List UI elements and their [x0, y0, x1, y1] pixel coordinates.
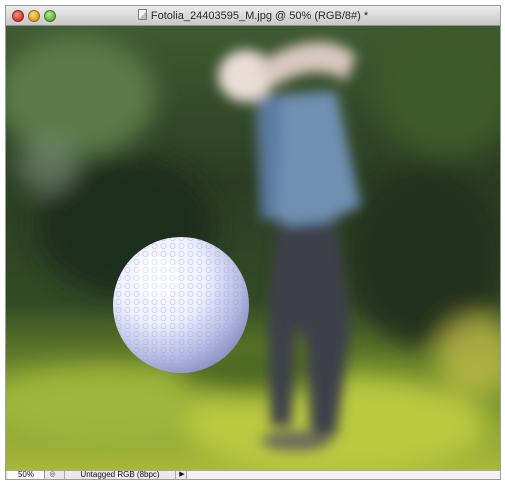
image-canvas[interactable] — [6, 26, 500, 471]
zoom-level-field[interactable]: 50% — [8, 471, 45, 479]
horizontal-scrollbar[interactable] — [189, 471, 500, 479]
info-icon[interactable]: ◎ — [48, 471, 57, 479]
title-bar[interactable]: Fotolia_24403595_M.jpg @ 50% (RGB/8#) * — [6, 6, 500, 26]
window-title: Fotolia_24403595_M.jpg @ 50% (RGB/8#) * — [6, 9, 500, 22]
document-window: Fotolia_24403595_M.jpg @ 50% (RGB/8#) * — [5, 5, 501, 480]
document-info: Untagged RGB (8bpc) — [64, 471, 176, 479]
status-menu-arrow-icon[interactable]: ▶ — [178, 471, 187, 479]
window-title-text: Fotolia_24403595_M.jpg @ 50% (RGB/8#) * — [150, 10, 369, 22]
status-bar: 50% ◎ Untagged RGB (8bpc) ▶ — [6, 470, 500, 479]
golf-photo — [6, 26, 500, 471]
document-icon — [137, 9, 147, 20]
